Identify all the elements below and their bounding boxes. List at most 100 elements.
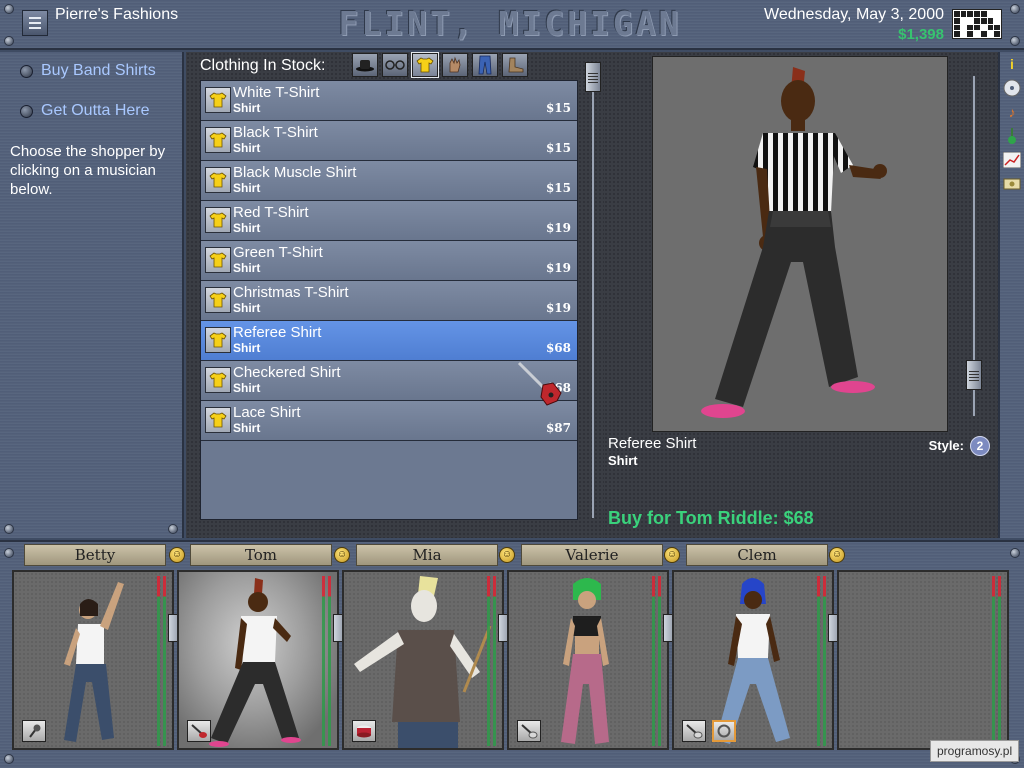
calendar-cell: [980, 24, 987, 31]
clothing-item[interactable]: Red T-Shirt Shirt $19: [201, 201, 577, 241]
list-scrollbar[interactable]: [585, 62, 601, 518]
clothing-item[interactable]: Black T-Shirt Shirt $15: [201, 121, 577, 161]
category-glasses-button[interactable]: [382, 53, 408, 77]
calendar-cell: [987, 11, 994, 17]
item-name: Red T-Shirt: [233, 204, 309, 221]
calendar-cell: [974, 11, 980, 17]
screw-icon: [1010, 4, 1020, 14]
item-name: Checkered Shirt: [233, 364, 341, 381]
category-shirt-button[interactable]: [411, 52, 439, 78]
clothing-item-selected[interactable]: Referee Shirt Shirt $68: [201, 321, 577, 361]
mood-smiley-icon[interactable]: ☺: [169, 547, 185, 563]
item-price: $68: [545, 341, 571, 355]
calendar-cell: [967, 24, 974, 31]
band-member-mia[interactable]: [342, 570, 504, 750]
calendar-cell: [994, 17, 1000, 24]
calendar-cell: [980, 31, 987, 37]
scrollbar-thumb[interactable]: [585, 62, 601, 92]
money-icon[interactable]: [1002, 174, 1022, 194]
chart-icon[interactable]: [1002, 150, 1022, 170]
level-meter: [652, 576, 655, 746]
shirt-icon: [205, 327, 231, 353]
calendar-cell: [980, 17, 987, 24]
guitar-icon[interactable]: [187, 720, 211, 742]
store-name: Pierre's Fashions: [55, 6, 179, 23]
member-name-tab[interactable]: Betty: [24, 544, 166, 566]
member-name-tab[interactable]: Tom: [190, 544, 332, 566]
shirt-icon: [205, 127, 231, 153]
clothing-item[interactable]: Black Muscle Shirt Shirt $15: [201, 161, 577, 201]
item-name: Referee Shirt: [233, 324, 322, 341]
band-member-valerie[interactable]: [507, 570, 669, 750]
screw-icon: [4, 36, 14, 46]
boots-icon: [508, 57, 524, 73]
shirt-icon: [205, 207, 231, 233]
cd-icon[interactable]: [1002, 78, 1022, 98]
mood-smiley-icon[interactable]: ☺: [499, 547, 515, 563]
mood-smiley-icon[interactable]: ☺: [829, 547, 845, 563]
scrollbar-track: [592, 62, 594, 518]
clothing-list[interactable]: White T-Shirt Shirt $15 Black T-Shirt Sh…: [200, 80, 578, 520]
left-panel: Buy Band Shirts Get Outta Here Choose th…: [0, 52, 184, 538]
get-outta-here-button[interactable]: Get Outta Here: [20, 102, 150, 120]
screw-icon: [4, 4, 14, 14]
ring-icon[interactable]: [712, 720, 736, 742]
calendar-cell: [960, 24, 967, 31]
drum-icon[interactable]: [352, 720, 376, 742]
clothing-item[interactable]: Christmas T-Shirt Shirt $19: [201, 281, 577, 321]
info-icon[interactable]: i: [1002, 54, 1022, 74]
member-name-tab[interactable]: Mia: [356, 544, 498, 566]
option-label: Get Outta Here: [41, 102, 150, 119]
guitar-icon[interactable]: [1002, 126, 1022, 146]
category-pants-button[interactable]: [472, 53, 498, 77]
mood-smiley-icon[interactable]: ☺: [664, 547, 680, 563]
member-name-tab[interactable]: Valerie: [521, 544, 663, 566]
band-member-tom[interactable]: [177, 570, 339, 750]
category-boots-button[interactable]: [502, 53, 528, 77]
band-member-betty[interactable]: [12, 570, 174, 750]
level-meter: [157, 576, 160, 746]
mood-smiley-icon[interactable]: ☺: [334, 547, 350, 563]
shirt-icon: [205, 287, 231, 313]
level-meter: [823, 576, 826, 746]
member-name-tab[interactable]: Clem: [686, 544, 828, 566]
level-meter: [998, 576, 1001, 746]
menu-button[interactable]: [22, 10, 48, 36]
shirt-icon: [205, 87, 231, 113]
calendar-icon[interactable]: [952, 9, 1002, 39]
buy-button[interactable]: Buy for Tom Riddle: $68: [608, 508, 814, 529]
level-meter: [487, 576, 490, 746]
empty-band-slot[interactable]: [837, 570, 1009, 750]
microphone-icon[interactable]: [22, 720, 46, 742]
clothing-item[interactable]: White T-Shirt Shirt $15: [201, 81, 577, 121]
model-figure: [701, 67, 887, 418]
calendar-cell: [987, 31, 994, 37]
style-slider[interactable]: [966, 76, 982, 416]
watermark: programosy.pl: [930, 740, 1020, 762]
item-name: Black Muscle Shirt: [233, 164, 357, 181]
music-note-icon[interactable]: ♪: [1002, 102, 1022, 122]
gloves-icon: [449, 56, 461, 73]
screw-icon: [4, 754, 14, 764]
style-number-button[interactable]: 2: [970, 436, 990, 456]
item-type: Shirt: [233, 221, 261, 235]
category-gloves-button[interactable]: [442, 53, 468, 77]
date-display: Wednesday, May 3, 2000: [764, 6, 944, 23]
slider-thumb[interactable]: [966, 360, 982, 390]
band-member-clem[interactable]: [672, 570, 834, 750]
right-toolbar: i ♪: [998, 52, 1024, 538]
clothing-item[interactable]: Green T-Shirt Shirt $19: [201, 241, 577, 281]
category-hat-button[interactable]: [352, 53, 378, 77]
guitar-icon[interactable]: [517, 720, 541, 742]
stock-panel: Clothing In Stock: White T-Shirt Shirt $…: [186, 52, 604, 538]
item-price: $19: [545, 261, 571, 275]
item-type: Shirt: [233, 381, 261, 395]
buy-band-shirts-button[interactable]: Buy Band Shirts: [20, 62, 156, 80]
level-meter: [328, 576, 331, 746]
money-display: $1,398: [898, 26, 944, 43]
guitar-icon[interactable]: [682, 720, 706, 742]
top-bar: Pierre's Fashions FLINT, MICHIGAN Wednes…: [0, 0, 1024, 50]
item-name: Black T-Shirt: [233, 124, 318, 141]
calendar-cell: [960, 31, 967, 37]
calendar-cell: [954, 31, 960, 37]
